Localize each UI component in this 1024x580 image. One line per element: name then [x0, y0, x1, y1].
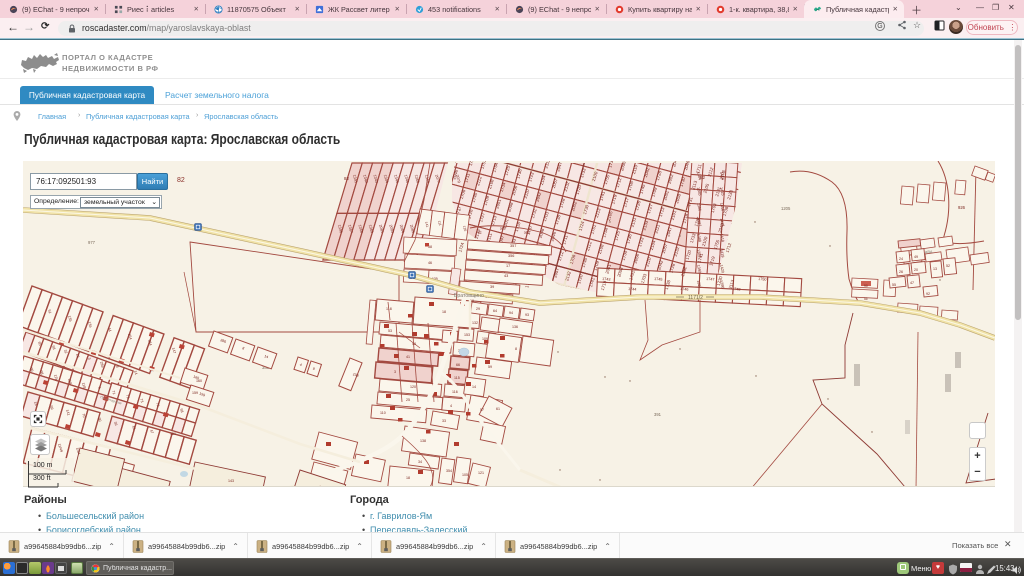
svg-text:136: 136 [512, 325, 518, 329]
svg-text:8: 8 [515, 347, 517, 351]
svg-text:66: 66 [456, 363, 460, 367]
svg-text:116: 116 [452, 390, 458, 394]
svg-text:1744: 1744 [628, 287, 637, 292]
svg-text:90: 90 [864, 284, 868, 288]
svg-text:46: 46 [428, 261, 432, 265]
svg-text:115: 115 [454, 376, 460, 380]
svg-text:354: 354 [446, 469, 452, 473]
svg-text:25: 25 [406, 398, 410, 402]
svg-text:356: 356 [508, 254, 514, 258]
svg-text:110: 110 [380, 411, 386, 415]
svg-text:43: 43 [504, 274, 508, 278]
svg-text:55: 55 [892, 283, 896, 287]
svg-text:57: 57 [480, 408, 484, 412]
svg-text:138: 138 [420, 439, 426, 443]
svg-text:1747: 1747 [706, 277, 715, 282]
svg-text:53: 53 [388, 329, 392, 333]
svg-text:20: 20 [914, 268, 918, 272]
svg-text:13: 13 [933, 267, 937, 271]
svg-text:41: 41 [406, 355, 410, 359]
svg-text:4: 4 [450, 404, 452, 408]
svg-text:17: 17 [506, 264, 510, 268]
svg-text:29: 29 [476, 307, 480, 311]
svg-text:159: 159 [192, 391, 198, 395]
svg-text:55: 55 [864, 297, 868, 301]
svg-text:105: 105 [462, 473, 468, 477]
svg-text:161: 161 [170, 432, 176, 436]
svg-text:160: 160 [196, 379, 202, 383]
svg-text:47: 47 [910, 281, 914, 285]
svg-text:дВА: дВА [925, 249, 933, 254]
svg-text:52: 52 [946, 264, 950, 268]
svg-text:24: 24 [899, 257, 903, 261]
svg-text:1750: 1750 [758, 277, 767, 282]
svg-text:26: 26 [899, 270, 903, 274]
svg-text:59: 59 [488, 365, 492, 369]
svg-text:14: 14 [472, 385, 476, 389]
svg-text:49: 49 [914, 255, 918, 259]
svg-text:363: 363 [524, 230, 530, 235]
svg-text:61: 61 [496, 407, 500, 411]
svg-text:391: 391 [654, 412, 662, 417]
svg-text:362: 362 [500, 226, 506, 231]
svg-text:1748: 1748 [732, 287, 741, 292]
svg-text:357: 357 [510, 244, 516, 248]
svg-text:1171/2: 1171/2 [688, 295, 703, 301]
svg-text:392: 392 [317, 485, 323, 487]
svg-text:94: 94 [509, 311, 513, 315]
svg-text:64: 64 [493, 309, 497, 313]
svg-text:3: 3 [394, 370, 396, 374]
svg-text:52: 52 [478, 230, 482, 235]
svg-text:120: 120 [410, 385, 416, 389]
svg-text:1743: 1743 [602, 277, 611, 282]
svg-text:93: 93 [525, 313, 529, 317]
svg-text:Братовщино: Братовщино [454, 293, 484, 299]
svg-text:92: 92 [926, 292, 930, 296]
svg-text:18: 18 [442, 310, 446, 314]
svg-text:977: 977 [88, 240, 96, 245]
svg-text:121: 121 [478, 471, 484, 475]
svg-text:39: 39 [490, 285, 494, 289]
svg-text:132: 132 [472, 321, 478, 325]
svg-text:33: 33 [442, 419, 446, 423]
svg-text:82: 82 [700, 175, 706, 180]
svg-text:82: 82 [344, 176, 350, 181]
svg-text:34: 34 [418, 460, 422, 464]
svg-text:18: 18 [406, 476, 410, 480]
svg-text:153: 153 [464, 333, 470, 337]
svg-text:1745: 1745 [654, 277, 663, 282]
svg-text:143: 143 [228, 479, 234, 483]
svg-text:926: 926 [958, 205, 966, 210]
svg-text:1746: 1746 [680, 287, 689, 292]
svg-text:1205: 1205 [781, 206, 791, 211]
